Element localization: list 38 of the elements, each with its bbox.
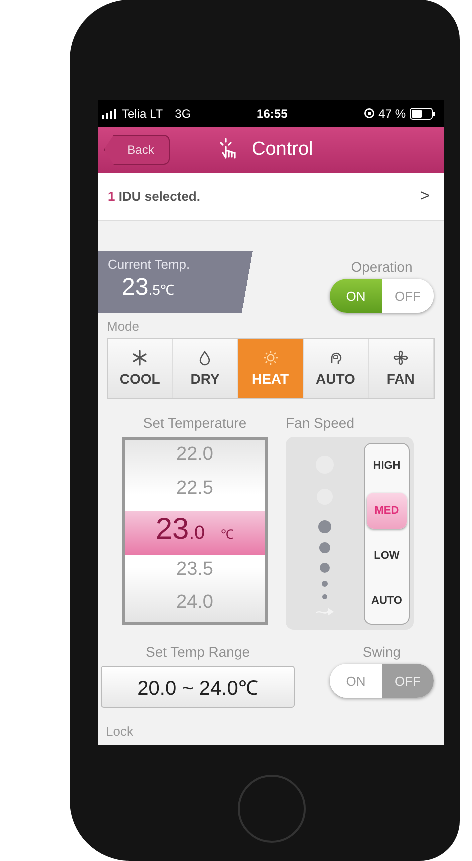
- fan-speed-option[interactable]: LOW: [367, 538, 407, 574]
- mode-button[interactable]: DRY: [173, 339, 238, 398]
- mode-label: Mode: [107, 319, 141, 334]
- fan-speed-option[interactable]: HIGH: [367, 448, 407, 484]
- temp-range-button[interactable]: 20.0 ~ 24.0℃: [101, 666, 295, 708]
- screen-title: Control: [252, 139, 314, 161]
- back-button[interactable]: Back: [104, 135, 170, 165]
- chevron-icon: >: [420, 188, 430, 206]
- picker-value: 24.0: [176, 592, 214, 615]
- mode-button[interactable]: COOL: [108, 339, 174, 398]
- snowflake-icon: [132, 350, 148, 366]
- fan-speed-option[interactable]: AUTO: [367, 583, 407, 619]
- lock-label: Lock: [106, 724, 134, 739]
- fan-icon: [392, 350, 409, 366]
- current-temp-value: 23.5℃: [122, 274, 176, 302]
- carrier-name: Telia LT: [122, 106, 164, 120]
- status-time: 16:55: [257, 106, 288, 120]
- swing-label: Swing: [362, 644, 402, 660]
- picker-value: 22.0: [176, 444, 214, 467]
- picker-value: 22.5: [176, 478, 214, 500]
- fan-speed-label: Fan Speed: [286, 415, 354, 431]
- selected-temperature: 23.0 ℃: [125, 511, 265, 555]
- rotation-lock-icon: [364, 108, 375, 119]
- set-temp-range-label: Set Temp Range: [146, 644, 250, 660]
- mode-button[interactable]: AUTO: [304, 339, 369, 398]
- current-temp-label: Current Temp.: [108, 257, 192, 272]
- mode-button[interactable]: FAN: [368, 339, 434, 398]
- battery-percent: 47 %: [378, 106, 406, 120]
- idu-selection-row[interactable]: 1 IDU selected. >: [98, 173, 444, 221]
- operation-label: Operation: [351, 259, 413, 275]
- sun-icon: [262, 350, 278, 366]
- set-temperature-label: Set Temperature: [143, 415, 247, 431]
- battery-icon: [410, 108, 436, 120]
- selection-text: 1 IDU selected.: [108, 189, 200, 204]
- temperature-picker[interactable]: 22.0 22.5 23.0 ℃ 23.5 24.0: [122, 437, 268, 625]
- network-type: 3G: [175, 106, 192, 120]
- signal-icon: [102, 108, 118, 118]
- picker-value: 23.5: [176, 558, 214, 582]
